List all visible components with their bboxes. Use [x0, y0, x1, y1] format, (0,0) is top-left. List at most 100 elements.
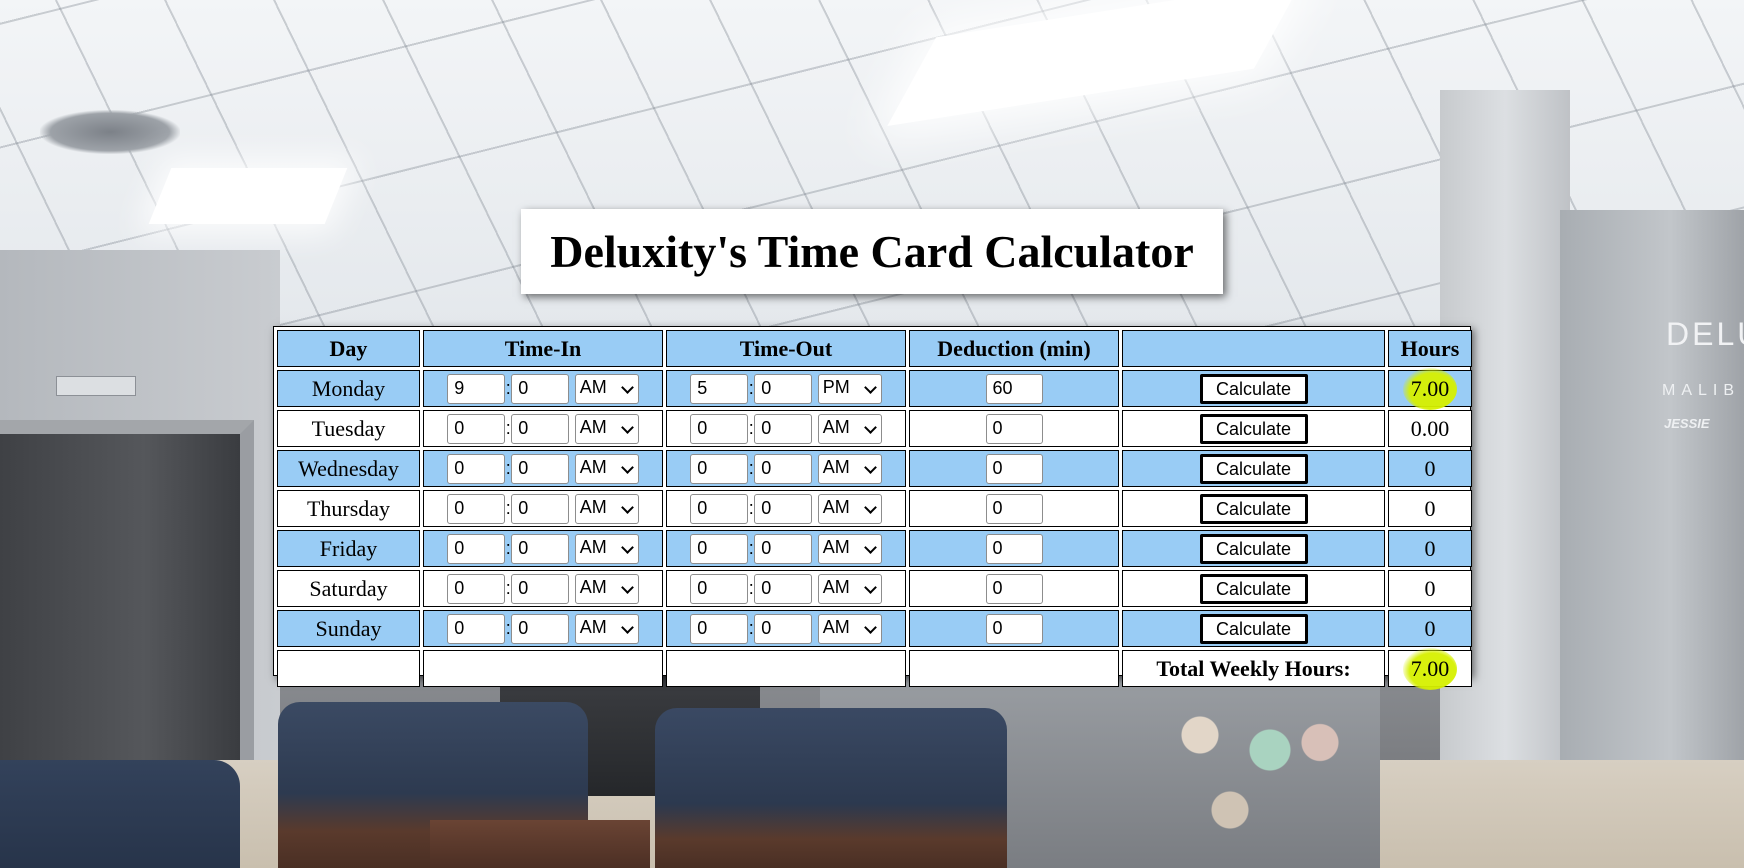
time-in-ampm-select[interactable]: AM	[574, 613, 639, 644]
time-out-ampm-value: PM	[822, 376, 850, 397]
deduction-input[interactable]	[985, 413, 1043, 444]
time-out-cell: : AM	[666, 450, 906, 487]
header-time-in: Time-In	[423, 330, 663, 367]
total-empty-cell	[909, 650, 1119, 687]
time-in-cell: : AM	[423, 410, 663, 447]
chevron-down-icon	[863, 540, 877, 554]
calculate-button[interactable]: Calculate	[1199, 373, 1308, 404]
header-day: Day	[277, 330, 420, 367]
time-out-cell: : AM	[666, 410, 906, 447]
header-row: Day Time-In Time-Out Deduction (min) Hou…	[277, 330, 1472, 367]
time-out-minute-input[interactable]	[754, 573, 813, 604]
deduction-cell	[909, 610, 1119, 647]
time-in-minute-input[interactable]	[511, 413, 570, 444]
hours-cell: 0	[1388, 450, 1472, 487]
store-brand-sub2: JESSIE	[1664, 416, 1710, 431]
calculate-button[interactable]: Calculate	[1199, 533, 1308, 564]
time-in-minute-input[interactable]	[511, 533, 570, 564]
time-in-minute-input[interactable]	[511, 493, 570, 524]
title-banner: Deluxity's Time Card Calculator	[521, 209, 1223, 294]
time-in-hour-input[interactable]	[447, 413, 506, 444]
store-brand-sub: MALIB	[1662, 382, 1741, 399]
calculate-button[interactable]: Calculate	[1199, 613, 1308, 644]
time-in-hour-input[interactable]	[447, 613, 506, 644]
deduction-input[interactable]	[985, 453, 1043, 484]
deduction-input[interactable]	[985, 533, 1043, 564]
chevron-down-icon	[620, 500, 634, 514]
day-row: Monday : AM : PM Calculate 7.00	[277, 367, 1472, 410]
time-in-cell: : AM	[423, 370, 663, 407]
time-in-hour-input[interactable]	[447, 573, 506, 604]
time-out-minute-input[interactable]	[754, 373, 813, 404]
time-in-hour-input[interactable]	[447, 453, 506, 484]
deduction-input[interactable]	[985, 613, 1043, 644]
hours-cell: 0	[1388, 490, 1472, 527]
time-in-cell: : AM	[423, 570, 663, 607]
time-in-hour-input[interactable]	[447, 493, 506, 524]
day-row: Tuesday : AM : AM Calculate 0.00	[277, 410, 1472, 447]
time-out-hour-input[interactable]	[690, 453, 749, 484]
time-out-hour-input[interactable]	[690, 413, 749, 444]
time-out-minute-input[interactable]	[754, 413, 813, 444]
chevron-down-icon	[620, 420, 634, 434]
day-row: Thursday : AM : AM Calculate 0	[277, 490, 1472, 527]
total-weekly-hours-label: Total Weekly Hours:	[1122, 650, 1385, 687]
store-brand-logo: DELU	[1666, 316, 1744, 352]
time-in-minute-input[interactable]	[511, 453, 570, 484]
sofa	[0, 760, 240, 868]
time-in-ampm-select[interactable]: AM	[574, 493, 639, 524]
time-in-hour-input[interactable]	[447, 533, 506, 564]
total-row: Total Weekly Hours: 7.00	[277, 647, 1472, 690]
time-in-ampm-select[interactable]: AM	[574, 573, 639, 604]
time-out-ampm-value: AM	[822, 576, 850, 597]
chevron-down-icon	[620, 380, 634, 394]
calculate-cell: Calculate	[1122, 570, 1385, 607]
time-in-minute-input[interactable]	[511, 573, 570, 604]
time-out-minute-input[interactable]	[754, 453, 813, 484]
deduction-input[interactable]	[985, 573, 1043, 604]
calculate-button[interactable]: Calculate	[1199, 493, 1308, 524]
time-out-ampm-select[interactable]: AM	[817, 573, 882, 604]
time-out-minute-input[interactable]	[754, 613, 813, 644]
time-out-ampm-value: AM	[822, 496, 850, 517]
time-out-hour-input[interactable]	[690, 613, 749, 644]
day-row: Wednesday : AM : AM Calculate 0	[277, 450, 1472, 487]
time-in-ampm-select[interactable]: AM	[574, 453, 639, 484]
time-in-ampm-value: AM	[579, 376, 607, 397]
deduction-input[interactable]	[985, 493, 1043, 524]
time-in-ampm-select[interactable]: AM	[574, 373, 639, 404]
time-out-minute-input[interactable]	[754, 533, 813, 564]
calculate-button[interactable]: Calculate	[1199, 413, 1308, 444]
time-in-ampm-select[interactable]: AM	[574, 533, 639, 564]
time-out-ampm-select[interactable]: AM	[817, 413, 882, 444]
time-out-ampm-select[interactable]: PM	[817, 373, 882, 404]
time-out-hour-input[interactable]	[690, 493, 749, 524]
time-out-ampm-select[interactable]: AM	[817, 613, 882, 644]
deduction-input[interactable]	[985, 373, 1043, 404]
time-out-ampm-select[interactable]: AM	[817, 453, 882, 484]
time-card-table: Day Time-In Time-Out Deduction (min) Hou…	[274, 327, 1475, 690]
time-in-minute-input[interactable]	[511, 373, 570, 404]
time-in-ampm-select[interactable]: AM	[574, 413, 639, 444]
chevron-down-icon	[620, 540, 634, 554]
time-out-ampm-select[interactable]: AM	[817, 493, 882, 524]
calculate-button[interactable]: Calculate	[1199, 573, 1308, 604]
time-in-minute-input[interactable]	[511, 613, 570, 644]
time-out-hour-input[interactable]	[690, 373, 749, 404]
chevron-down-icon	[620, 620, 634, 634]
time-in-hour-input[interactable]	[447, 373, 506, 404]
day-label: Sunday	[277, 610, 420, 647]
hours-value: 0	[1424, 455, 1436, 481]
chevron-down-icon	[863, 620, 877, 634]
day-label: Monday	[277, 370, 420, 407]
hours-value: 0	[1424, 575, 1436, 601]
calculate-cell: Calculate	[1122, 610, 1385, 647]
time-out-hour-input[interactable]	[690, 573, 749, 604]
total-empty-cell	[277, 650, 420, 687]
time-out-ampm-select[interactable]: AM	[817, 533, 882, 564]
header-time-out: Time-Out	[666, 330, 906, 367]
calculate-button[interactable]: Calculate	[1199, 453, 1308, 484]
day-row: Saturday : AM : AM Calculate 0	[277, 570, 1472, 607]
time-out-hour-input[interactable]	[690, 533, 749, 564]
time-out-minute-input[interactable]	[754, 493, 813, 524]
